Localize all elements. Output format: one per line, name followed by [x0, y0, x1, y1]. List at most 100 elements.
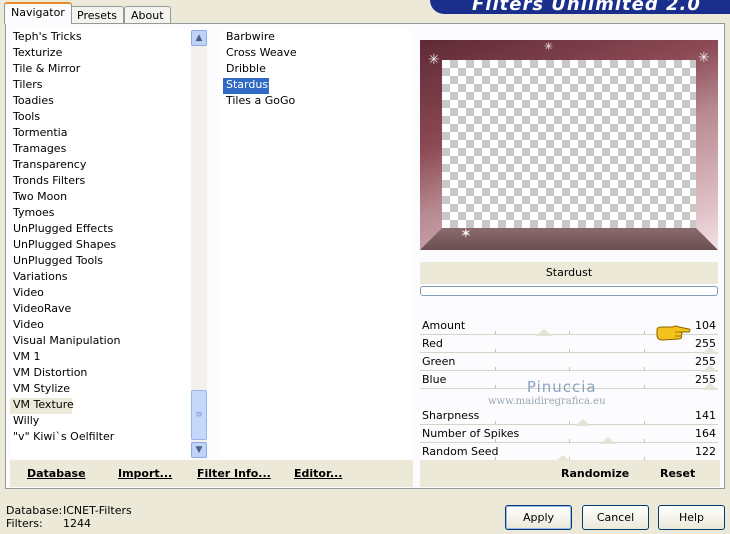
right-button-bar: Randomize Reset — [420, 460, 720, 487]
param-row: Green 255 — [420, 354, 718, 372]
left-button-bar: Database Import... Filter Info... Editor… — [10, 460, 413, 487]
tab-about[interactable]: About — [124, 6, 171, 24]
watermark-url: www.maidiregrafica.eu — [488, 396, 606, 407]
chevron-up-icon: ▲ — [195, 33, 203, 43]
param-name: Red — [422, 337, 443, 350]
slider-tick — [569, 331, 570, 334]
preview-image[interactable]: ✳ ✳ ✳ ✶ — [420, 40, 718, 250]
filter-info-button[interactable]: Filter Info... — [197, 467, 271, 480]
slider-track[interactable] — [420, 352, 718, 353]
slider-track[interactable] — [420, 442, 718, 443]
category-item[interactable]: Tormentia — [10, 126, 190, 142]
slider-tick — [643, 385, 645, 388]
param-value: 122 — [695, 445, 716, 458]
progress-bar — [420, 286, 718, 296]
category-item[interactable]: Teph's Tricks — [10, 30, 190, 46]
category-item[interactable]: UnPlugged Shapes — [10, 238, 190, 254]
category-item[interactable]: UnPlugged Effects — [10, 222, 190, 238]
param-value: 255 — [695, 355, 716, 368]
editor-button[interactable]: Editor... — [294, 467, 342, 480]
param-value: 141 — [695, 409, 716, 422]
param-value: 104 — [695, 319, 716, 332]
param-name: Sharpness — [422, 409, 480, 422]
category-item[interactable]: VideoRave — [10, 302, 190, 318]
app-title: Filters Unlimited 2.0 — [472, 0, 701, 14]
tab-navigator[interactable]: Navigator — [4, 2, 72, 24]
filters-label: Filters: — [6, 517, 43, 530]
category-item[interactable]: UnPlugged Tools — [10, 254, 190, 270]
param-value: 255 — [695, 373, 716, 386]
apply-button[interactable]: Apply — [505, 505, 572, 530]
slider-track[interactable] — [420, 424, 718, 425]
slider-thumb[interactable] — [575, 419, 592, 426]
param-row: Number of Spikes 164 — [420, 426, 718, 444]
slider-tick — [643, 439, 645, 442]
category-scrollbar[interactable]: ▲ ≡ ▼ — [191, 30, 207, 458]
slider-thumb[interactable] — [535, 329, 552, 336]
import-button[interactable]: Import... — [118, 467, 172, 480]
slider-tick — [569, 349, 570, 352]
current-filter-name: Stardust — [420, 262, 718, 284]
database-button[interactable]: Database — [27, 467, 86, 480]
param-name: Random Seed — [422, 445, 499, 458]
slider-tick — [643, 421, 645, 424]
watermark-name: Pinuccia — [526, 378, 597, 396]
category-item[interactable]: Transparency — [10, 158, 190, 174]
category-item[interactable]: Texturize — [10, 46, 190, 62]
category-item[interactable]: VM 1 — [10, 350, 190, 366]
category-item[interactable]: VM Texture — [10, 398, 74, 414]
slider-tick — [643, 331, 645, 334]
sparkle-icon: ✳ — [698, 50, 710, 66]
slider-tick — [494, 331, 496, 334]
param-name: Amount — [422, 319, 466, 332]
sparkle-icon: ✳ — [428, 52, 440, 68]
slider-tick — [494, 367, 496, 370]
sparkle-icon: ✶ — [460, 226, 472, 242]
category-item[interactable]: Video — [10, 286, 190, 302]
category-item[interactable]: Visual Manipulation — [10, 334, 190, 350]
filter-item[interactable]: Tiles a GoGo — [223, 94, 413, 110]
category-item[interactable]: Tools — [10, 110, 190, 126]
database-value: ICNET-Filters — [63, 504, 132, 517]
scroll-up-button[interactable]: ▲ — [191, 30, 207, 46]
filter-item[interactable]: Cross Weave — [223, 46, 413, 62]
category-item[interactable]: Tronds Filters — [10, 174, 190, 190]
param-value: 164 — [695, 427, 716, 440]
reset-button[interactable]: Reset — [660, 467, 695, 480]
category-item[interactable]: Toadies — [10, 94, 190, 110]
category-item[interactable]: Two Moon — [10, 190, 190, 206]
param-name: Green — [422, 355, 456, 368]
slider-tick — [569, 421, 570, 424]
scroll-down-button[interactable]: ▼ — [191, 442, 207, 458]
category-item[interactable]: Tile & Mirror — [10, 62, 190, 78]
slider-tick — [569, 439, 570, 442]
category-item[interactable]: Tilers — [10, 78, 190, 94]
help-button[interactable]: Help — [658, 505, 725, 530]
slider-tick — [494, 349, 496, 352]
grip-icon: ≡ — [195, 410, 203, 420]
param-name: Blue — [422, 373, 447, 386]
category-item[interactable]: VM Stylize — [10, 382, 190, 398]
scroll-thumb[interactable]: ≡ — [191, 390, 207, 440]
category-item[interactable]: Tymoes — [10, 206, 190, 222]
param-name: Number of Spikes — [422, 427, 520, 440]
randomize-button[interactable]: Randomize — [561, 467, 629, 480]
pointing-hand-icon — [656, 325, 691, 341]
category-item[interactable]: Video — [10, 318, 190, 334]
category-item[interactable]: Willy — [10, 414, 190, 430]
filter-item[interactable]: Stardust — [223, 78, 272, 94]
chevron-down-icon: ▼ — [195, 445, 203, 455]
slider-track[interactable] — [420, 370, 718, 371]
filter-item[interactable]: Barbwire — [223, 30, 413, 46]
cancel-button[interactable]: Cancel — [582, 505, 649, 530]
tab-presets[interactable]: Presets — [70, 6, 125, 24]
filter-item[interactable]: Dribble — [223, 62, 413, 78]
category-list[interactable]: Teph's Tricks Texturize Tile & Mirror Tiler… — [10, 30, 190, 458]
slider-thumb[interactable] — [600, 437, 617, 444]
category-item[interactable]: Tramages — [10, 142, 190, 158]
app-banner: Filters Unlimited 2.0 — [430, 0, 730, 14]
category-item[interactable]: VM Distortion — [10, 366, 190, 382]
filter-list[interactable]: Barbwire Cross Weave Dribble Stardust Tiles … — [219, 30, 413, 458]
category-item[interactable]: Variations — [10, 270, 190, 286]
category-item[interactable]: "v" Kiwi`s Oelfilter — [10, 430, 190, 446]
